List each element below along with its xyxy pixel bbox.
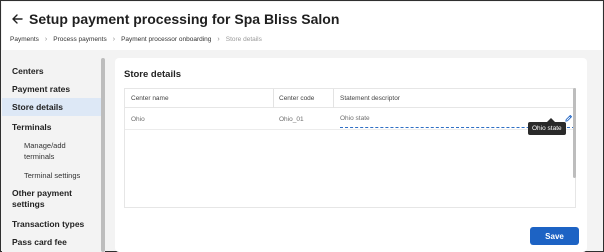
page-header: Setup payment processing for Spa Bliss S… [2,2,602,50]
cell-center-code: Ohio_01 [279,116,304,123]
back-arrow-icon[interactable] [11,13,23,25]
column-divider [333,89,334,108]
section-title: Store details [124,69,182,80]
table-scrollbar[interactable] [573,88,576,178]
cell-center-name: Ohio [131,116,145,123]
breadcrumb-payments[interactable]: Payments [10,36,39,43]
descriptor-tooltip: Ohio state [528,122,566,135]
column-header-center-name: Center name [131,95,169,102]
chevron-right-icon: › [44,35,48,43]
sidebar-item-transaction-types[interactable]: Transaction types [2,219,101,230]
sidebar-nav: Centers Payment rates Store details Term… [2,58,105,252]
breadcrumb: Payments › Process payments › Payment pr… [10,34,262,44]
column-header-statement-descriptor: Statement descriptor [340,95,400,102]
page-title: Setup payment processing for Spa Bliss S… [29,11,340,27]
sidebar-item-payment-rates[interactable]: Payment rates [2,84,101,95]
table-header: Center name Center code Statement descri… [125,89,575,108]
sidebar-item-centers[interactable]: Centers [2,66,101,77]
store-details-table: Center name Center code Statement descri… [124,88,576,208]
column-header-center-code: Center code [279,95,315,102]
breadcrumb-process-payments[interactable]: Process payments [53,36,106,43]
column-divider [273,89,274,108]
sidebar-item-other-payment-settings[interactable]: Other payment settings [2,188,92,210]
sidebar-item-manage-add-terminals[interactable]: Manage/add terminals [2,140,92,162]
chevron-right-icon: › [112,35,116,43]
sidebar-scrollbar[interactable] [101,58,105,252]
breadcrumb-processor-onboarding[interactable]: Payment processor onboarding [121,36,211,43]
sidebar-item-terminals[interactable]: Terminals [2,122,101,133]
table-row: Ohio Ohio_01 [125,109,575,130]
breadcrumb-store-details: Store details [225,35,262,43]
store-details-card: Store details Center name Center code St… [115,58,587,252]
sidebar-item-pass-card-fee[interactable]: Pass card fee [2,237,101,248]
save-button[interactable]: Save [530,227,579,245]
chevron-right-icon: › [217,35,220,43]
sidebar-item-terminal-settings[interactable]: Terminal settings [2,170,101,181]
sidebar-item-store-details[interactable]: Store details [2,98,101,116]
app-frame: Setup payment processing for Spa Bliss S… [0,0,604,252]
